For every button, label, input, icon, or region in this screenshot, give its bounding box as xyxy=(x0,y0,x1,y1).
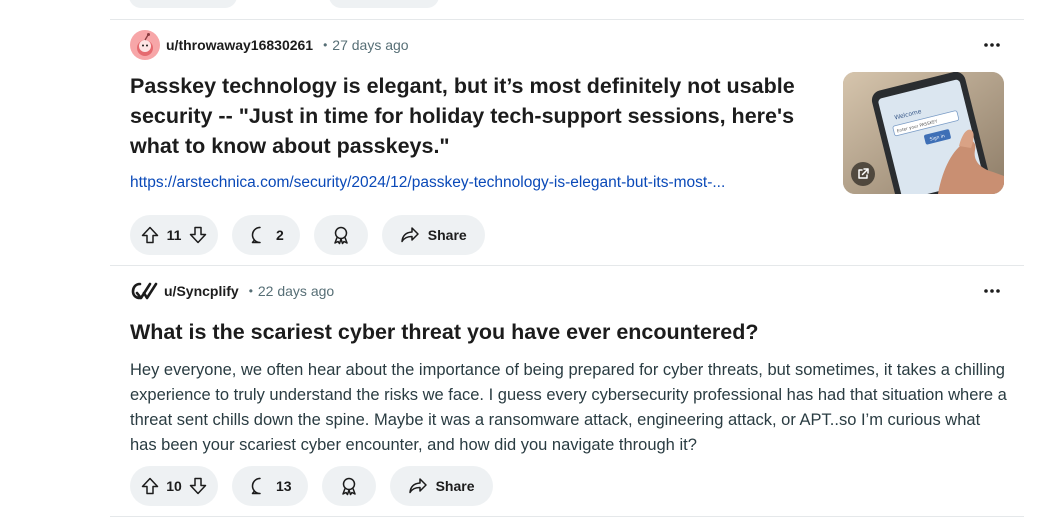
award-icon xyxy=(331,225,351,245)
share-button[interactable]: Share xyxy=(389,466,493,506)
award-icon xyxy=(339,476,359,496)
post-link[interactable]: https://arstechnica.com/security/2024/12… xyxy=(130,174,835,192)
award-button[interactable] xyxy=(321,466,376,506)
post-thumbnail[interactable]: Welcome Enter your PASSKEY Sign in xyxy=(843,72,1004,194)
post-actions: 11 2 Share xyxy=(130,215,485,255)
post-time: 22 days ago xyxy=(257,283,335,299)
author-username[interactable]: u/Syncplify xyxy=(164,283,239,299)
vote-control: 10 xyxy=(130,466,218,506)
upvote-icon[interactable] xyxy=(140,476,160,496)
post-card[interactable]: u/throwaway16830261 • 27 days ago Passke… xyxy=(110,20,1024,265)
comment-icon xyxy=(250,476,270,496)
share-label: Share xyxy=(427,227,467,243)
share-label: Share xyxy=(435,478,475,494)
post-meta: u/Syncplify • 22 days ago xyxy=(130,276,334,306)
comment-count: 13 xyxy=(276,478,292,494)
external-link-icon[interactable] xyxy=(851,162,875,186)
share-icon xyxy=(400,225,420,245)
meta-separator: • xyxy=(248,284,253,298)
comment-icon xyxy=(250,225,270,245)
vote-control: 11 xyxy=(130,215,218,255)
previous-share-button[interactable] xyxy=(329,0,439,8)
downvote-icon[interactable] xyxy=(188,225,208,245)
post-title[interactable]: Passkey technology is elegant, but it’s … xyxy=(130,71,820,161)
vote-count: 10 xyxy=(166,478,182,494)
author-username[interactable]: u/throwaway16830261 xyxy=(166,37,313,53)
avatar[interactable] xyxy=(130,30,160,60)
meta-separator: • xyxy=(323,38,328,52)
upvote-icon[interactable] xyxy=(140,225,160,245)
comment-count: 2 xyxy=(276,227,284,243)
award-button[interactable] xyxy=(313,215,368,255)
comments-button[interactable]: 13 xyxy=(232,466,308,506)
post-title[interactable]: What is the scariest cyber threat you ha… xyxy=(130,317,990,347)
comments-button[interactable]: 2 xyxy=(232,215,300,255)
more-options-icon[interactable] xyxy=(980,279,1004,303)
post-divider xyxy=(110,516,1024,517)
downvote-icon[interactable] xyxy=(188,476,208,496)
share-button[interactable]: Share xyxy=(381,215,485,255)
previous-vote-button[interactable] xyxy=(129,0,237,8)
avatar[interactable] xyxy=(130,279,160,303)
post-card[interactable]: u/Syncplify • 22 days ago What is the sc… xyxy=(110,266,1024,516)
post-time: 27 days ago xyxy=(332,37,409,53)
post-meta: u/throwaway16830261 • 27 days ago xyxy=(130,30,409,60)
vote-count: 11 xyxy=(166,227,182,243)
post-body: Hey everyone, we often hear about the im… xyxy=(130,361,1007,454)
share-icon xyxy=(408,476,428,496)
post-actions: 10 13 Share xyxy=(130,466,493,506)
more-options-icon[interactable] xyxy=(980,33,1004,57)
previous-post-actions xyxy=(129,0,439,8)
